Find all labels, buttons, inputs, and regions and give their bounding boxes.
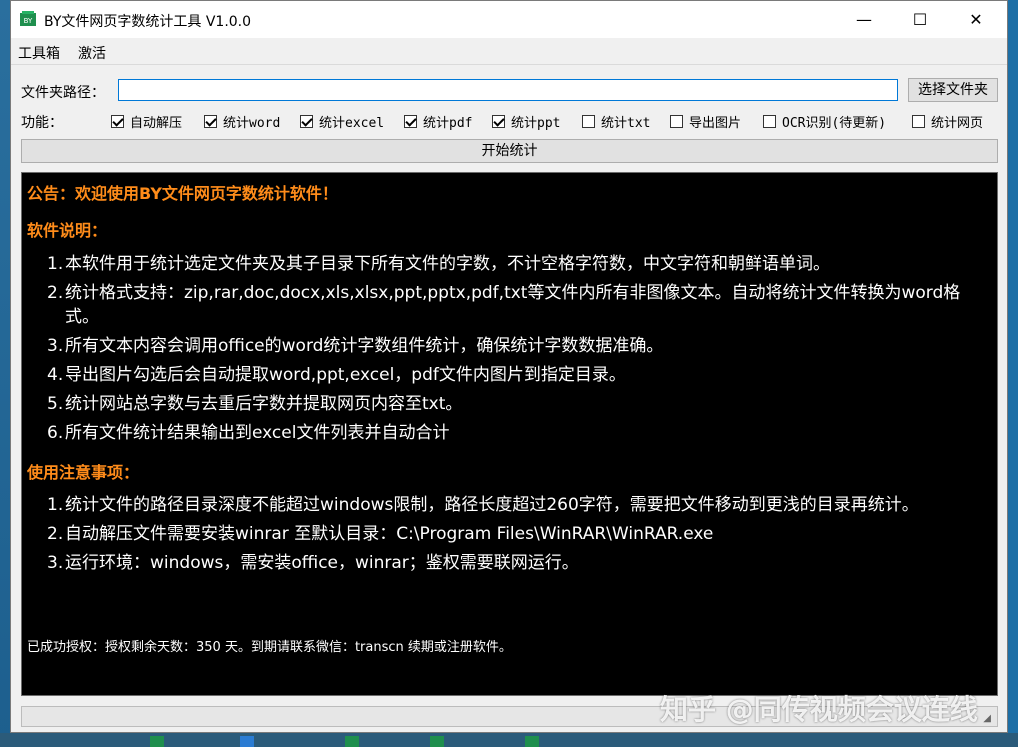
menu-toolbox[interactable]: 工具箱	[18, 43, 60, 63]
taskbar-excel-icon[interactable]	[345, 736, 359, 747]
app-window: BY BY文件网页字数统计工具 V1.0.0 — ☐ ✕ 工具箱 激活 文件夹路…	[10, 0, 1008, 733]
maximize-button[interactable]: ☐	[897, 1, 943, 38]
list-item-text: 所有文件统计结果输出到excel文件列表并自动合计	[65, 423, 450, 443]
list-item-text: 所有文本内容会调用office的word统计字数组件统计，确保统计字数数据准确。	[65, 336, 664, 356]
menu-activate[interactable]: 激活	[78, 43, 106, 63]
resize-grip-icon[interactable]: ◢	[983, 713, 991, 724]
list-item-text: 统计格式支持：zip,rar,doc,docx,xls,xlsx,ppt,ppt…	[65, 283, 961, 303]
list-item-number: 1.	[47, 254, 64, 274]
desktop-background	[0, 0, 10, 747]
option-count-ppt-label: 统计ppt	[511, 115, 561, 131]
notice-heading: 公告：欢迎使用BY文件网页字数统计软件！	[27, 184, 338, 203]
list-item-text: 本软件用于统计选定文件夹及其子目录下所有文件的字数，不计空格字符数，中文字符和朝…	[65, 254, 830, 274]
license-status-text: 已成功授权：授权剩余天数：350 天。到期请联系微信：transcn 续期或注册…	[27, 640, 512, 655]
option-auto-extract-label: 自动解压	[130, 115, 183, 131]
list-item-text: 运行环境：windows，需安装office，winrar；鉴权需要联网运行。	[65, 553, 579, 573]
checkbox-auto-extract[interactable]	[111, 114, 124, 128]
list-item-text: 自动解压文件需要安装winrar 至默认目录：C:\Program Files\…	[65, 524, 714, 544]
list-item: 1. 本软件用于统计选定文件夹及其子目录下所有文件的字数，不计空格字符数，中文字符…	[47, 252, 830, 276]
option-count-word[interactable]: 统计word	[204, 112, 281, 131]
list-item: 4. 导出图片勾选后会自动提取word,ppt,excel，pdf文件内图片到指定…	[47, 363, 626, 387]
checkbox-count-excel[interactable]	[300, 114, 313, 128]
checkbox-count-pdf[interactable]	[404, 114, 417, 128]
taskbar-excel-icon[interactable]	[150, 736, 164, 747]
option-count-excel-label: 统计excel	[319, 115, 385, 131]
list-item: 3. 所有文本内容会调用office的word统计字数组件统计，确保统计字数数据准…	[47, 334, 663, 358]
list-item: 6. 所有文件统计结果输出到excel文件列表并自动合计	[47, 421, 449, 445]
list-item-text: 统计文件的路径目录深度不能超过windows限制，路径长度超过260字符，需要把…	[65, 495, 919, 515]
window-title: BY文件网页字数统计工具 V1.0.0	[44, 14, 252, 30]
list-item-continuation: 式。	[47, 305, 99, 329]
functions-label: 功能：	[21, 115, 63, 131]
checkbox-count-ppt[interactable]	[492, 114, 505, 128]
checkbox-count-web[interactable]	[912, 114, 925, 128]
option-count-web[interactable]: 统计网页	[912, 112, 984, 131]
svg-text:BY: BY	[24, 17, 33, 25]
taskbar-app-icon[interactable]	[240, 736, 254, 747]
checkbox-count-txt[interactable]	[582, 114, 595, 128]
output-console: 公告：欢迎使用BY文件网页字数统计软件！ 软件说明： 1. 本软件用于统计选定文件…	[21, 172, 998, 696]
title-bar: BY BY文件网页字数统计工具 V1.0.0 — ☐ ✕	[11, 1, 1007, 38]
list-item-text: 式。	[65, 307, 99, 327]
option-export-images-label: 导出图片	[689, 115, 742, 131]
checkbox-count-word[interactable]	[204, 114, 217, 128]
minimize-icon: —	[856, 10, 872, 29]
list-item: 1. 统计文件的路径目录深度不能超过windows限制，路径长度超过260字符，需…	[47, 493, 919, 517]
list-item-text: 统计网站总字数与去重后字数并提取网页内容至txt。	[65, 394, 463, 414]
folder-path-label: 文件夹路径：	[21, 85, 105, 101]
list-item-number: 3.	[47, 553, 64, 573]
folder-path-input[interactable]	[118, 79, 898, 101]
start-count-button[interactable]: 开始统计	[21, 139, 998, 163]
choose-folder-button[interactable]: 选择文件夹	[908, 78, 998, 102]
close-button[interactable]: ✕	[953, 1, 999, 38]
list-item-number: 6.	[47, 423, 64, 443]
checkbox-ocr[interactable]	[763, 114, 776, 128]
option-ocr[interactable]: OCR识别(待更新)	[763, 112, 887, 131]
option-export-images[interactable]: 导出图片	[670, 112, 742, 131]
minimize-button[interactable]: —	[841, 1, 887, 38]
option-count-txt[interactable]: 统计txt	[582, 112, 651, 131]
app-logo-icon: BY	[20, 11, 36, 26]
list-item-number: 5.	[47, 394, 64, 414]
software-description-heading: 软件说明：	[27, 221, 108, 240]
option-count-txt-label: 统计txt	[601, 115, 651, 131]
checkbox-export-images[interactable]	[670, 114, 683, 128]
list-item: 2. 统计格式支持：zip,rar,doc,docx,xls,xlsx,ppt,p…	[47, 281, 960, 305]
list-item: 2. 自动解压文件需要安装winrar 至默认目录：C:\Program File…	[47, 522, 713, 546]
taskbar-excel-icon[interactable]	[525, 736, 539, 747]
list-item-number: 2.	[47, 524, 64, 544]
list-item: 3. 运行环境：windows，需安装office，winrar；鉴权需要联网运行…	[47, 551, 579, 575]
list-item-number: 3.	[47, 336, 64, 356]
menu-bar: 工具箱 激活	[11, 38, 1007, 65]
usage-notes-heading: 使用注意事项：	[27, 463, 140, 482]
option-auto-extract[interactable]: 自动解压	[111, 112, 183, 131]
taskbar-excel-icon[interactable]	[430, 736, 444, 747]
option-count-excel[interactable]: 统计excel	[300, 112, 385, 131]
maximize-icon: ☐	[912, 10, 928, 29]
list-item: 5. 统计网站总字数与去重后字数并提取网页内容至txt。	[47, 392, 462, 416]
close-icon: ✕	[969, 10, 983, 29]
list-item-number: 1.	[47, 495, 64, 515]
option-count-ppt[interactable]: 统计ppt	[492, 112, 561, 131]
list-item-number: 2.	[47, 283, 64, 303]
watermark: 知乎 @同传视频会议连线	[660, 693, 978, 726]
option-count-web-label: 统计网页	[931, 115, 984, 131]
option-count-pdf-label: 统计pdf	[423, 115, 473, 131]
list-item-text: 导出图片勾选后会自动提取word,ppt,excel，pdf文件内图片到指定目录…	[65, 365, 626, 385]
option-count-pdf[interactable]: 统计pdf	[404, 112, 473, 131]
option-count-word-label: 统计word	[223, 115, 281, 131]
option-ocr-label: OCR识别(待更新)	[782, 115, 887, 131]
list-item-number: 4.	[47, 365, 64, 385]
